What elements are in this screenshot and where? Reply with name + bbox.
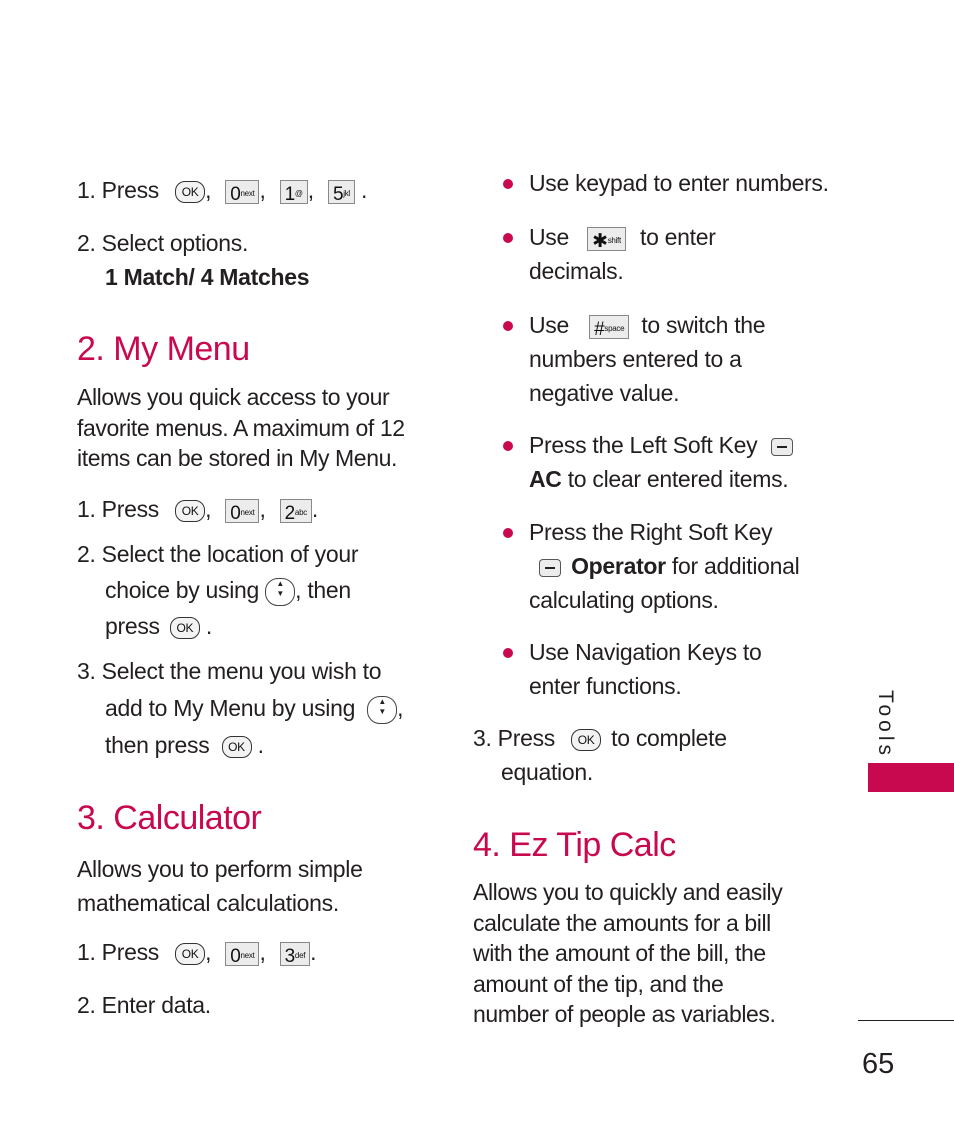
my-menu-description: Allows you quick access to your favorite… bbox=[77, 382, 405, 474]
bullet-text: to enter bbox=[640, 224, 716, 250]
ok-key-icon: OK bbox=[221, 735, 252, 758]
three-key-icon: 3def bbox=[279, 941, 311, 967]
bullet-text: Use bbox=[529, 224, 570, 250]
description-line: favorite menus. A maximum of 12 bbox=[77, 414, 405, 441]
bullet-navigation: Use Navigation Keys to enter functions. bbox=[529, 635, 762, 703]
footer-rule bbox=[858, 1020, 954, 1021]
description-line: calculate the amounts for a bill bbox=[473, 909, 771, 936]
description-line: items can be stored in My Menu. bbox=[77, 445, 397, 471]
step-text: to complete bbox=[611, 725, 727, 751]
intro-step-2: 2. Select options. bbox=[77, 230, 249, 256]
zero-key-icon: 0next bbox=[225, 498, 260, 524]
bullet-text: Use bbox=[529, 312, 570, 338]
nav-key-icon: ▲ ▼ bbox=[265, 577, 296, 606]
five-key-icon: 5jkl bbox=[327, 179, 355, 205]
hash-key-icon: #space bbox=[589, 314, 630, 340]
bullet-icon bbox=[503, 179, 513, 189]
bullet-text: calculating options. bbox=[529, 587, 719, 613]
bullet-text: Use Navigation Keys to bbox=[529, 639, 762, 665]
bullet-icon bbox=[503, 528, 513, 538]
nav-key-icon: ▲ ▼ bbox=[367, 695, 398, 724]
zero-key-icon: 0next bbox=[225, 179, 260, 205]
page-number: 65 bbox=[862, 1048, 895, 1080]
two-key-icon: 2abc bbox=[279, 498, 312, 524]
ok-key-icon: OK bbox=[175, 180, 206, 203]
zero-key-icon: 0next bbox=[225, 941, 260, 967]
step-text: , then bbox=[295, 577, 351, 603]
step-text: choice by using bbox=[105, 577, 260, 603]
bullet-icon bbox=[503, 441, 513, 451]
bullet-text: for additional bbox=[671, 553, 800, 579]
description-line: Allows you to perform simple bbox=[77, 856, 363, 882]
step-text: 1. Press bbox=[77, 939, 159, 965]
calculator-heading: 3. Calculator bbox=[77, 799, 262, 837]
side-tab-label: Tools bbox=[874, 690, 897, 760]
step-text: press bbox=[105, 613, 160, 639]
bullet-icon bbox=[503, 233, 513, 243]
bullet-text: enter functions. bbox=[529, 673, 682, 699]
calculator-description: Allows you to perform simple mathematica… bbox=[77, 852, 363, 920]
bullet-icon bbox=[503, 648, 513, 658]
my-menu-heading: 2. My Menu bbox=[77, 330, 250, 368]
bullet-left-soft-key: Press the Left Soft Key AC to clear ente… bbox=[529, 428, 794, 496]
intro-step-1: 1. Press OK, 0next, 1@, 5jkl . bbox=[77, 177, 368, 205]
bullet-text: to clear entered items. bbox=[567, 466, 789, 492]
description-line: mathematical calculations. bbox=[77, 890, 339, 916]
ok-key-icon: OK bbox=[175, 499, 206, 522]
my-menu-step-2: 2. Select the location of your choice by… bbox=[77, 537, 359, 643]
step-text: 2. Select the location of your bbox=[77, 541, 359, 567]
step-text: equation. bbox=[501, 759, 593, 785]
bullet-text: to switch the bbox=[641, 312, 766, 338]
ok-key-icon: OK bbox=[175, 942, 206, 965]
bullet-negative: Use #space to switch the numbers entered… bbox=[529, 308, 766, 410]
bullet-keypad: Use keypad to enter numbers. bbox=[529, 170, 829, 196]
step-text: 3. Select the menu you wish to bbox=[77, 658, 382, 684]
bullet-text: Press the Left Soft Key bbox=[529, 432, 758, 458]
side-tab-marker bbox=[868, 763, 954, 792]
bullet-text: decimals. bbox=[529, 258, 624, 284]
description-line: amount of the tip, and the bbox=[473, 970, 724, 997]
calculator-step-2: 2. Enter data. bbox=[77, 992, 211, 1018]
step-text: then press bbox=[105, 732, 210, 758]
my-menu-step-1: 1. Press OK, 0next, 2abc. bbox=[77, 496, 319, 524]
bullet-decimals: Use ✱shift to enter decimals. bbox=[529, 220, 716, 288]
calculator-step-3: 3. Press OK to complete equation. bbox=[473, 721, 727, 789]
left-soft-key-icon bbox=[771, 437, 794, 456]
bullet-text: negative value. bbox=[529, 380, 680, 406]
step-text: 1. Press bbox=[77, 177, 159, 203]
ok-key-icon: OK bbox=[571, 728, 602, 751]
ez-tip-calc-description: Allows you to quickly and easily calcula… bbox=[473, 877, 783, 1030]
bullet-text: Operator bbox=[571, 553, 666, 579]
star-key-icon: ✱shift bbox=[587, 226, 626, 252]
bullet-text: Press the Right Soft Key bbox=[529, 519, 773, 545]
match-options: 1 Match/ 4 Matches bbox=[105, 264, 310, 290]
step-text: 1. Press bbox=[77, 496, 159, 522]
description-line: Allows you quick access to your bbox=[77, 384, 390, 410]
description-line: Allows you to quickly and easily bbox=[473, 879, 783, 905]
description-line: number of people as variables. bbox=[473, 1001, 776, 1027]
bullet-icon bbox=[503, 321, 513, 331]
one-key-icon: 1@ bbox=[279, 179, 308, 205]
ok-key-icon: OK bbox=[169, 616, 200, 639]
bullet-right-soft-key: Press the Right Soft Key Operator for ad… bbox=[529, 515, 800, 617]
step-text: 3. Press bbox=[473, 725, 555, 751]
bullet-text: AC bbox=[529, 466, 562, 492]
ez-tip-calc-heading: 4. Ez Tip Calc bbox=[473, 826, 676, 864]
my-menu-step-3: 3. Select the menu you wish to add to My… bbox=[77, 654, 404, 762]
description-line: with the amount of the bill, the bbox=[473, 940, 766, 966]
bullet-text: numbers entered to a bbox=[529, 346, 742, 372]
step-text: add to My Menu by using bbox=[105, 695, 356, 721]
calculator-step-1: 1. Press OK, 0next, 3def. bbox=[77, 939, 317, 967]
right-soft-key-icon bbox=[539, 558, 561, 577]
